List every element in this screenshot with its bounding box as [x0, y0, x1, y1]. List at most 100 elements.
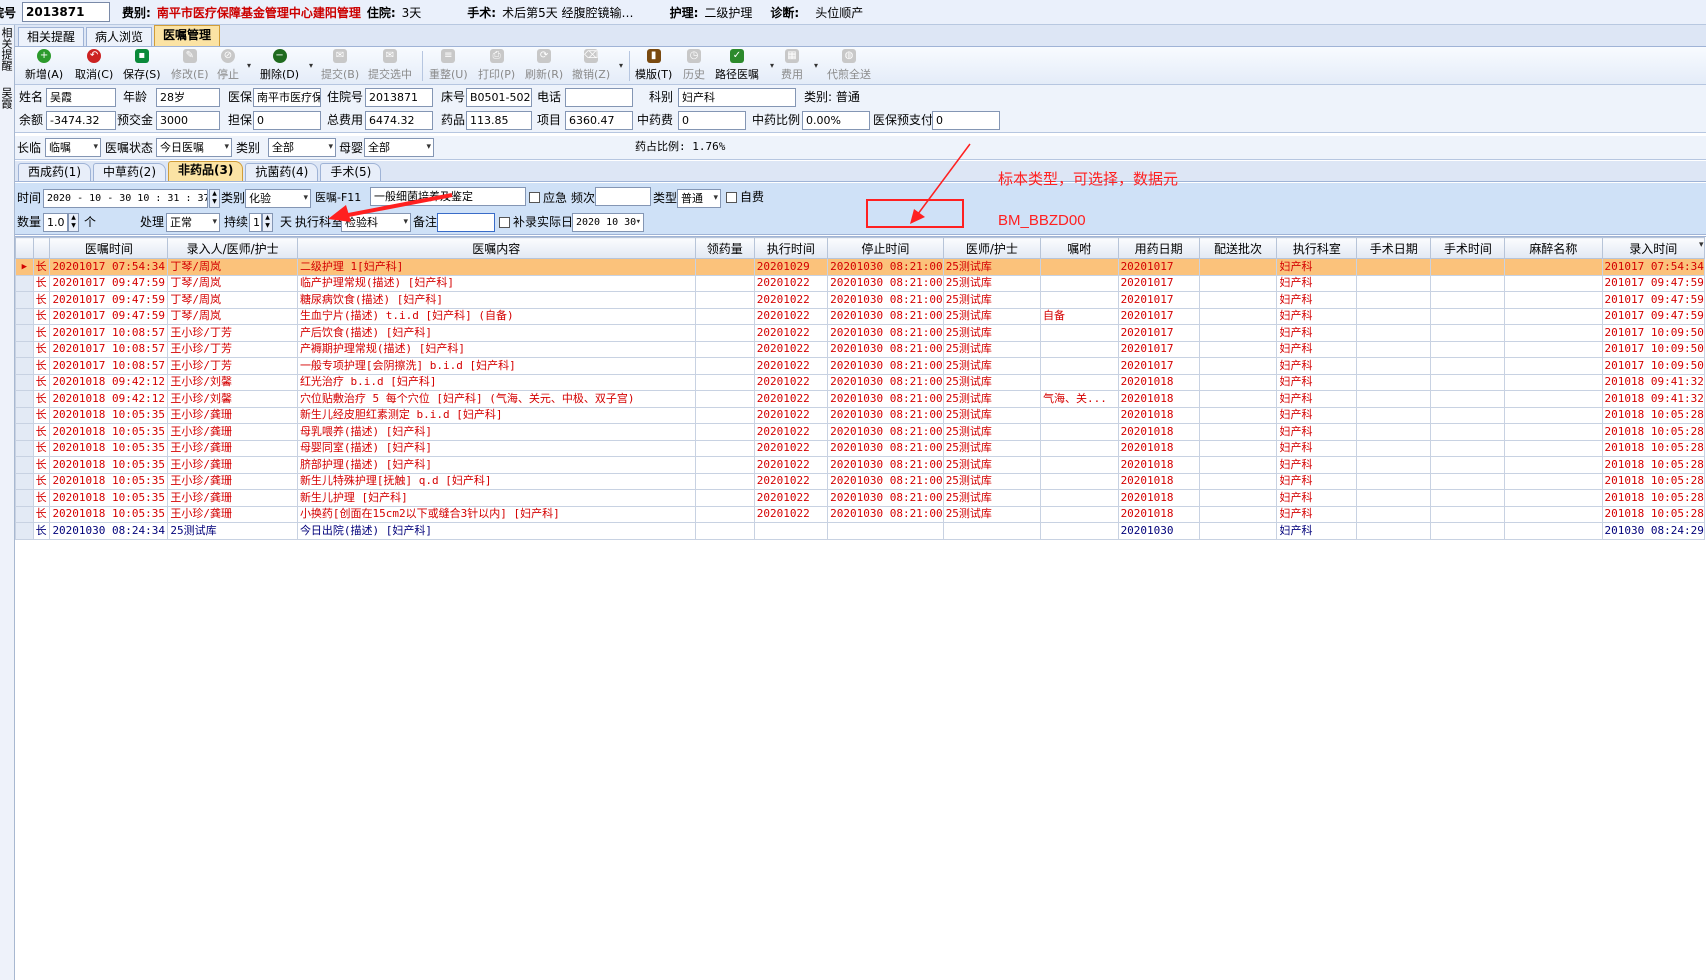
modify-button[interactable]: ✎ 修改(E) — [171, 49, 209, 83]
pathway-dropdown-arrow[interactable]: ▾ — [770, 61, 774, 70]
stop-dropdown-arrow[interactable]: ▾ — [247, 61, 251, 70]
pathway-order-button[interactable]: ✓ 路径医嘱 — [715, 49, 759, 83]
col-header-entry-time[interactable]: 录入时间 — [1601, 237, 1706, 259]
col-header-dispense-qty[interactable]: 领药量 — [694, 237, 755, 259]
table-row[interactable]: 长 20201018 10:05:35 王小珍/龚珊 脐部护理(描述) [妇产科] 20… — [15, 456, 1706, 474]
exec-dept-select[interactable]: 检验科 — [341, 213, 411, 232]
table-row[interactable]: 长 20201017 09:47:59 丁琴/周岚 糖尿病饮食(描述) [妇产科] 20… — [15, 291, 1706, 309]
duration-spinner[interactable]: ▲ ▼ — [262, 213, 273, 232]
col-header-delivery-batch[interactable]: 配送批次 — [1198, 237, 1278, 259]
duration-input[interactable]: 1 — [249, 213, 262, 232]
col-header-surgery-date[interactable]: 手术日期 — [1356, 237, 1432, 259]
longtemp-select[interactable]: 临嘱 — [45, 138, 101, 157]
table-row[interactable]: 长 20201030 08:24:34 25测试库 今日出院(描述) [妇产科] 202… — [15, 522, 1706, 540]
specimen-category-select[interactable]: 化验 — [245, 189, 311, 208]
dept-field[interactable]: 妇产科 — [678, 88, 796, 107]
balance-field[interactable]: -3474.32 — [46, 111, 116, 130]
total-cost-field[interactable]: 6474.32 — [365, 111, 433, 130]
inpatient-id-field[interactable]: 2013871 — [22, 2, 111, 22]
table-row[interactable]: 长 20201017 09:47:59 丁琴/周岚 生血宁片(描述) t.i.d [妇… — [15, 307, 1706, 325]
col-header-med-date[interactable]: 用药日期 — [1117, 237, 1200, 259]
age-field[interactable]: 28岁 — [156, 88, 220, 107]
table-row[interactable]: 长 20201017 10:08:57 王小珍/丁芳 产褥期护理常规(描述) [妇产科… — [15, 340, 1706, 358]
remark-input[interactable] — [437, 213, 495, 232]
bed-field[interactable]: B0501-502 — [466, 88, 532, 107]
revoke-button[interactable]: ⌫ 撤销(Z) — [572, 49, 610, 83]
name-field[interactable]: 吴霞 — [46, 88, 116, 107]
table-row[interactable]: 长 20201018 09:42:12 王小珍/刘馨 红光治疗 b.i.d [妇产科]… — [15, 373, 1706, 391]
table-row[interactable]: 长 20201018 10:05:35 王小珍/龚珊 母乳喂养(描述) [妇产科] 20… — [15, 423, 1706, 441]
tab-western-drugs[interactable]: 西成药(1) — [18, 163, 91, 181]
drug-cost-field[interactable]: 113.85 — [466, 111, 532, 130]
table-row[interactable]: 长 20201017 09:47:59 丁琴/周岚 临产护理常规(描述) [妇产科] 2… — [15, 274, 1706, 292]
save-button[interactable]: ▪ 保存(S) — [123, 49, 161, 83]
cost-button[interactable]: ▦ 费用 — [781, 49, 803, 83]
table-row[interactable]: 长 20201018 09:42:12 王小珍/刘馨 穴位贴敷治疗 5 每个穴位 [妇… — [15, 390, 1706, 408]
prepay-field[interactable]: 3000 — [156, 111, 220, 130]
frequency-input[interactable] — [595, 187, 651, 206]
refresh-button[interactable]: ⟳ 刷新(R) — [525, 49, 563, 83]
tab-patient-browse[interactable]: 病人浏览 — [86, 27, 153, 46]
herbal-ratio-field[interactable]: 0.00% — [802, 111, 870, 130]
table-row[interactable]: 长 20201018 10:05:35 王小珍/龚珊 小换药[创面在15cm2以下或缝… — [15, 505, 1706, 523]
side-tab-patient[interactable]: 吴霞 — [0, 87, 13, 109]
time-spinner[interactable]: ▲ ▼ — [209, 189, 220, 208]
item-cost-field[interactable]: 6360.47 — [565, 111, 633, 130]
table-row[interactable]: 长 20201018 10:05:35 王小珍/龚珊 新生儿特殊护理[抚触] q.d … — [15, 472, 1706, 490]
table-row[interactable]: ▶ 长 20201017 07:54:34 丁琴/周岚 二级护理 1[妇产科] 20201… — [15, 258, 1706, 276]
table-row[interactable]: 长 20201017 10:08:57 王小珍/丁芳 一般专项护理[会阴擦洗] b.i… — [15, 357, 1706, 375]
new-button[interactable]: + 新增(A) — [25, 49, 63, 83]
insurance-field[interactable]: 南平市医疗保 — [253, 88, 321, 107]
tab-antibiotics[interactable]: 抗菌药(4) — [245, 163, 319, 181]
cost-dropdown-arrow[interactable]: ▾ — [814, 61, 818, 70]
guarantee-field[interactable]: 0 — [253, 111, 321, 130]
submit-selected-button[interactable]: ✉ 提交选中 — [368, 49, 412, 83]
col-header-exec-time[interactable]: 执行时间 — [753, 237, 829, 259]
history-button[interactable]: ◷ 历史 — [683, 49, 705, 83]
quantity-spinner[interactable]: ▲ ▼ — [68, 213, 79, 232]
template-button[interactable]: ▮ 模版(T) — [635, 49, 672, 83]
revoke-dropdown-arrow[interactable]: ▾ — [619, 61, 623, 70]
order-content-input[interactable]: 一般细菌培养及鉴定 — [370, 187, 526, 206]
col-header-order-content[interactable]: 医嘱内容 — [296, 237, 696, 259]
delete-dropdown-arrow[interactable]: ▾ — [309, 61, 313, 70]
delete-button[interactable]: − 删除(D) — [260, 49, 299, 83]
infant-select[interactable]: 全部 — [364, 138, 434, 157]
order-type-select[interactable]: 普通 — [677, 189, 721, 208]
cancel-button[interactable]: ↶ 取消(C) — [75, 49, 113, 83]
col-header-exec-dept[interactable]: 执行科室 — [1276, 237, 1358, 259]
self-pay-checkbox[interactable] — [726, 192, 737, 203]
col-header-instruction[interactable]: 嘱咐 — [1039, 237, 1119, 259]
herbal-cost-field[interactable]: 0 — [678, 111, 746, 130]
side-tab-reminders[interactable]: 相关提醒 — [0, 27, 13, 71]
quantity-input[interactable]: 1.0 — [43, 213, 68, 232]
print-button[interactable]: ⎙ 打印(P) — [478, 49, 515, 83]
status-select[interactable]: 今日医嘱 — [156, 138, 232, 157]
tab-reminders[interactable]: 相关提醒 — [18, 27, 85, 46]
actual-date-picker[interactable]: 2020 10 30 — [572, 213, 644, 232]
tab-herbal-drugs[interactable]: 中草药(2) — [93, 163, 166, 181]
prepaid-field[interactable]: 0 — [932, 111, 1000, 130]
admission-field[interactable]: 2013871 — [365, 88, 433, 107]
table-row[interactable]: 长 20201018 10:05:35 王小珍/龚珊 母婴同室(描述) [妇产科] 20… — [15, 439, 1706, 457]
tab-surgery[interactable]: 手术(5) — [320, 163, 382, 181]
col-header-anesthesia[interactable]: 麻醉名称 — [1504, 237, 1603, 259]
col-header-surgery-time[interactable]: 手术时间 — [1430, 237, 1506, 259]
reorder-button[interactable]: ≡ 重整(U) — [429, 49, 468, 83]
submit-button[interactable]: ✉ 提交(B) — [321, 49, 359, 83]
col-header-stop-time[interactable]: 停止时间 — [827, 237, 944, 259]
stop-button[interactable]: ⊘ 停止 — [217, 49, 239, 83]
table-row[interactable]: 长 20201018 10:05:35 王小珍/龚珊 新生儿经皮胆红素测定 b.i.d… — [15, 406, 1706, 424]
tab-order-management[interactable]: 医嘱管理 — [154, 25, 221, 46]
table-row[interactable]: 长 20201018 10:05:35 王小珍/龚珊 新生儿护理 [妇产科] 20201… — [15, 489, 1706, 507]
table-row[interactable]: 长 20201017 10:08:57 王小珍/丁芳 产后饮食(描述) [妇产科] 20… — [15, 324, 1706, 342]
tab-non-drug[interactable]: 非药品(3) — [168, 161, 244, 181]
phone-field[interactable] — [565, 88, 633, 107]
col-header-order-time[interactable]: 医嘱时间 — [49, 237, 169, 259]
order-time-picker[interactable]: 2020 - 10 - 30 10 : 31 : 37 — [43, 189, 208, 208]
proxy-decoct-button[interactable]: ◍ 代煎全送 — [827, 49, 871, 83]
col-header-entered-by[interactable]: 录入人/医师/护士 — [167, 237, 298, 259]
type-select[interactable]: 全部 — [268, 138, 336, 157]
handle-select[interactable]: 正常 — [166, 213, 220, 232]
col-header-doctor-nurse[interactable]: 医师/护士 — [942, 237, 1041, 259]
